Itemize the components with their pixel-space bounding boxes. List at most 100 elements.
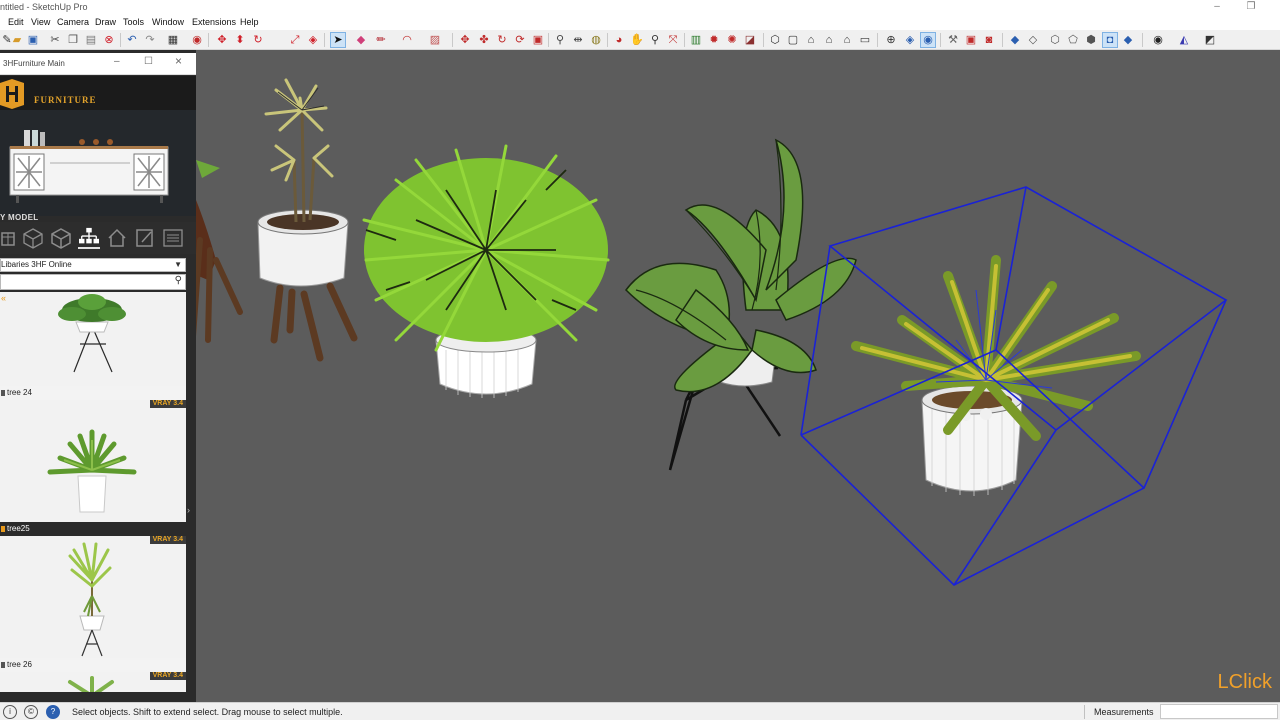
wireframe-icon[interactable]: ⬡ bbox=[1048, 33, 1062, 47]
search-icon[interactable]: ⚲ bbox=[175, 275, 182, 286]
offset-icon[interactable]: ▣ bbox=[531, 33, 545, 47]
orbit-icon[interactable]: ◕ bbox=[612, 33, 626, 47]
dimension-icon[interactable]: ⇹ bbox=[571, 33, 585, 47]
vray-render-icon[interactable]: ⚒ bbox=[946, 33, 960, 47]
section-fill-icon[interactable]: ◉ bbox=[920, 32, 936, 48]
shaded-textures-icon[interactable]: ◘ bbox=[1102, 32, 1118, 48]
menu-tools[interactable]: Tools bbox=[123, 17, 144, 27]
top-view-icon[interactable]: ▢ bbox=[786, 33, 800, 47]
shape-icon[interactable]: ▨ bbox=[428, 33, 442, 47]
model-thumbnail[interactable]: VRAY 3.4 bbox=[0, 536, 186, 658]
open-folder-icon[interactable]: ▰ bbox=[10, 33, 24, 47]
menu-draw[interactable]: Draw bbox=[95, 17, 116, 27]
layer-icon[interactable]: ◭ bbox=[1177, 33, 1191, 47]
sideboard-banner-image bbox=[0, 110, 196, 216]
monochrome-icon[interactable]: ◆ bbox=[1121, 33, 1135, 47]
house-icon[interactable] bbox=[106, 227, 128, 249]
model-thumbnail[interactable]: VRAY 3.4 bbox=[0, 400, 186, 522]
share-icon[interactable]: ✺ bbox=[725, 33, 739, 47]
measurements-input[interactable] bbox=[1160, 704, 1278, 719]
erase-icon[interactable]: ⊗ bbox=[102, 33, 116, 47]
hidden-line-icon[interactable]: ⬠ bbox=[1066, 33, 1080, 47]
model-info-icon[interactable]: ◉ bbox=[190, 33, 204, 47]
back-edges-icon[interactable]: ◇ bbox=[1026, 33, 1040, 47]
cube-icon[interactable] bbox=[22, 227, 44, 249]
box-icon[interactable] bbox=[50, 227, 72, 249]
menu-window[interactable]: Window bbox=[152, 17, 184, 27]
tape-measure-icon[interactable]: ⚲ bbox=[553, 33, 567, 47]
scale-icon[interactable]: ⤢ bbox=[288, 33, 302, 47]
move-icon[interactable]: ✥ bbox=[215, 33, 229, 47]
plant-stand-left-partial[interactable] bbox=[196, 160, 243, 350]
warehouse-icon[interactable]: ▥ bbox=[689, 33, 703, 47]
selected-agave-plant-model[interactable] bbox=[800, 186, 1228, 586]
restore-button[interactable]: ❐ bbox=[1244, 1, 1258, 15]
panel-restore-button[interactable]: ☐ bbox=[144, 56, 153, 67]
search-input[interactable]: ⚲ bbox=[0, 274, 186, 290]
menu-camera[interactable]: Camera bbox=[57, 17, 89, 27]
paste-icon[interactable]: ▤ bbox=[84, 33, 98, 47]
rotate-icon[interactable]: ↻ bbox=[251, 33, 265, 47]
list-item-label: tree 26 bbox=[7, 660, 32, 669]
left-view-icon[interactable]: ▭ bbox=[858, 33, 872, 47]
geolocation-icon[interactable]: i bbox=[3, 705, 17, 719]
section-plane-icon[interactable]: ⊕ bbox=[884, 33, 898, 47]
back-view-icon[interactable]: ⌂ bbox=[840, 33, 854, 47]
model-viewport[interactable]: LClick bbox=[196, 50, 1280, 702]
xray-icon[interactable]: ◆ bbox=[1008, 33, 1022, 47]
select-icon[interactable]: ➤ bbox=[330, 32, 346, 48]
edit-icon[interactable] bbox=[134, 227, 156, 249]
eraser-icon[interactable]: ◆ bbox=[354, 33, 368, 47]
extension-icon[interactable]: ◪ bbox=[743, 33, 757, 47]
push-pull-icon[interactable]: ⬍ bbox=[233, 33, 247, 47]
dracaena-plant-model[interactable] bbox=[257, 78, 358, 362]
scale-icon[interactable]: ⟳ bbox=[513, 33, 527, 47]
menu-help[interactable]: Help bbox=[240, 17, 259, 27]
menu-extensions[interactable]: Extensions bbox=[192, 17, 236, 27]
model-thumbnail[interactable]: VRAY 3.4 bbox=[0, 672, 186, 692]
paint-bucket-icon[interactable]: ◍ bbox=[589, 33, 603, 47]
brand-text: FURNITURE bbox=[34, 95, 97, 105]
fan-palm-plant-model[interactable] bbox=[362, 144, 610, 398]
3hf-icon[interactable]: ◉ bbox=[1151, 33, 1165, 47]
scene-canvas[interactable] bbox=[196, 50, 1280, 702]
help-icon[interactable]: ? bbox=[46, 705, 60, 719]
panel-minimize-button[interactable]: – bbox=[114, 56, 120, 67]
chevron-right-icon[interactable]: › bbox=[187, 505, 190, 515]
arc-icon[interactable]: ◠ bbox=[400, 33, 414, 47]
zoom-icon[interactable]: ⚲ bbox=[648, 33, 662, 47]
move-icon[interactable]: ✥ bbox=[458, 33, 472, 47]
credits-icon[interactable]: © bbox=[24, 705, 38, 719]
front-view-icon[interactable]: ⌂ bbox=[804, 33, 818, 47]
panel-close-button[interactable]: × bbox=[175, 54, 182, 68]
print-icon[interactable]: ▦ bbox=[166, 33, 180, 47]
hierarchy-icon[interactable] bbox=[78, 227, 100, 249]
tag-icon[interactable]: ◩ bbox=[1203, 33, 1217, 47]
cut-icon[interactable]: ✂ bbox=[48, 33, 62, 47]
pencil-icon[interactable]: ✏ bbox=[374, 33, 388, 47]
copy-icon[interactable]: ❐ bbox=[66, 33, 80, 47]
home-icon[interactable] bbox=[0, 227, 22, 249]
undo-icon[interactable]: ↶ bbox=[125, 33, 139, 47]
offset-icon[interactable]: ◈ bbox=[306, 33, 320, 47]
model-thumbnail[interactable]: « bbox=[0, 292, 186, 386]
pan-icon[interactable]: ✋ bbox=[630, 33, 644, 47]
list-icon[interactable] bbox=[162, 227, 184, 249]
minimize-button[interactable]: – bbox=[1210, 1, 1224, 15]
components-icon[interactable]: ✹ bbox=[707, 33, 721, 47]
zoom-extents-icon[interactable]: ⤧ bbox=[666, 33, 680, 47]
shaded-icon[interactable]: ⬢ bbox=[1084, 33, 1098, 47]
rotate-icon[interactable]: ↻ bbox=[495, 33, 509, 47]
redo-icon[interactable]: ↷ bbox=[143, 33, 157, 47]
menu-edit[interactable]: Edit bbox=[8, 17, 24, 27]
chevron-left-icon[interactable]: « bbox=[1, 293, 6, 303]
right-view-icon[interactable]: ⌂ bbox=[822, 33, 836, 47]
vray-frame-icon[interactable]: ◙ bbox=[982, 33, 996, 47]
section-cut-icon[interactable]: ◈ bbox=[903, 33, 917, 47]
follow-me-icon[interactable]: ✤ bbox=[477, 33, 491, 47]
save-icon[interactable]: ▣ bbox=[26, 33, 40, 47]
iso-view-icon[interactable]: ⬡ bbox=[768, 33, 782, 47]
vray-interactive-icon[interactable]: ▣ bbox=[964, 33, 978, 47]
library-select[interactable]: Libaries 3HF Online ▼ bbox=[0, 258, 186, 272]
menu-view[interactable]: View bbox=[31, 17, 50, 27]
